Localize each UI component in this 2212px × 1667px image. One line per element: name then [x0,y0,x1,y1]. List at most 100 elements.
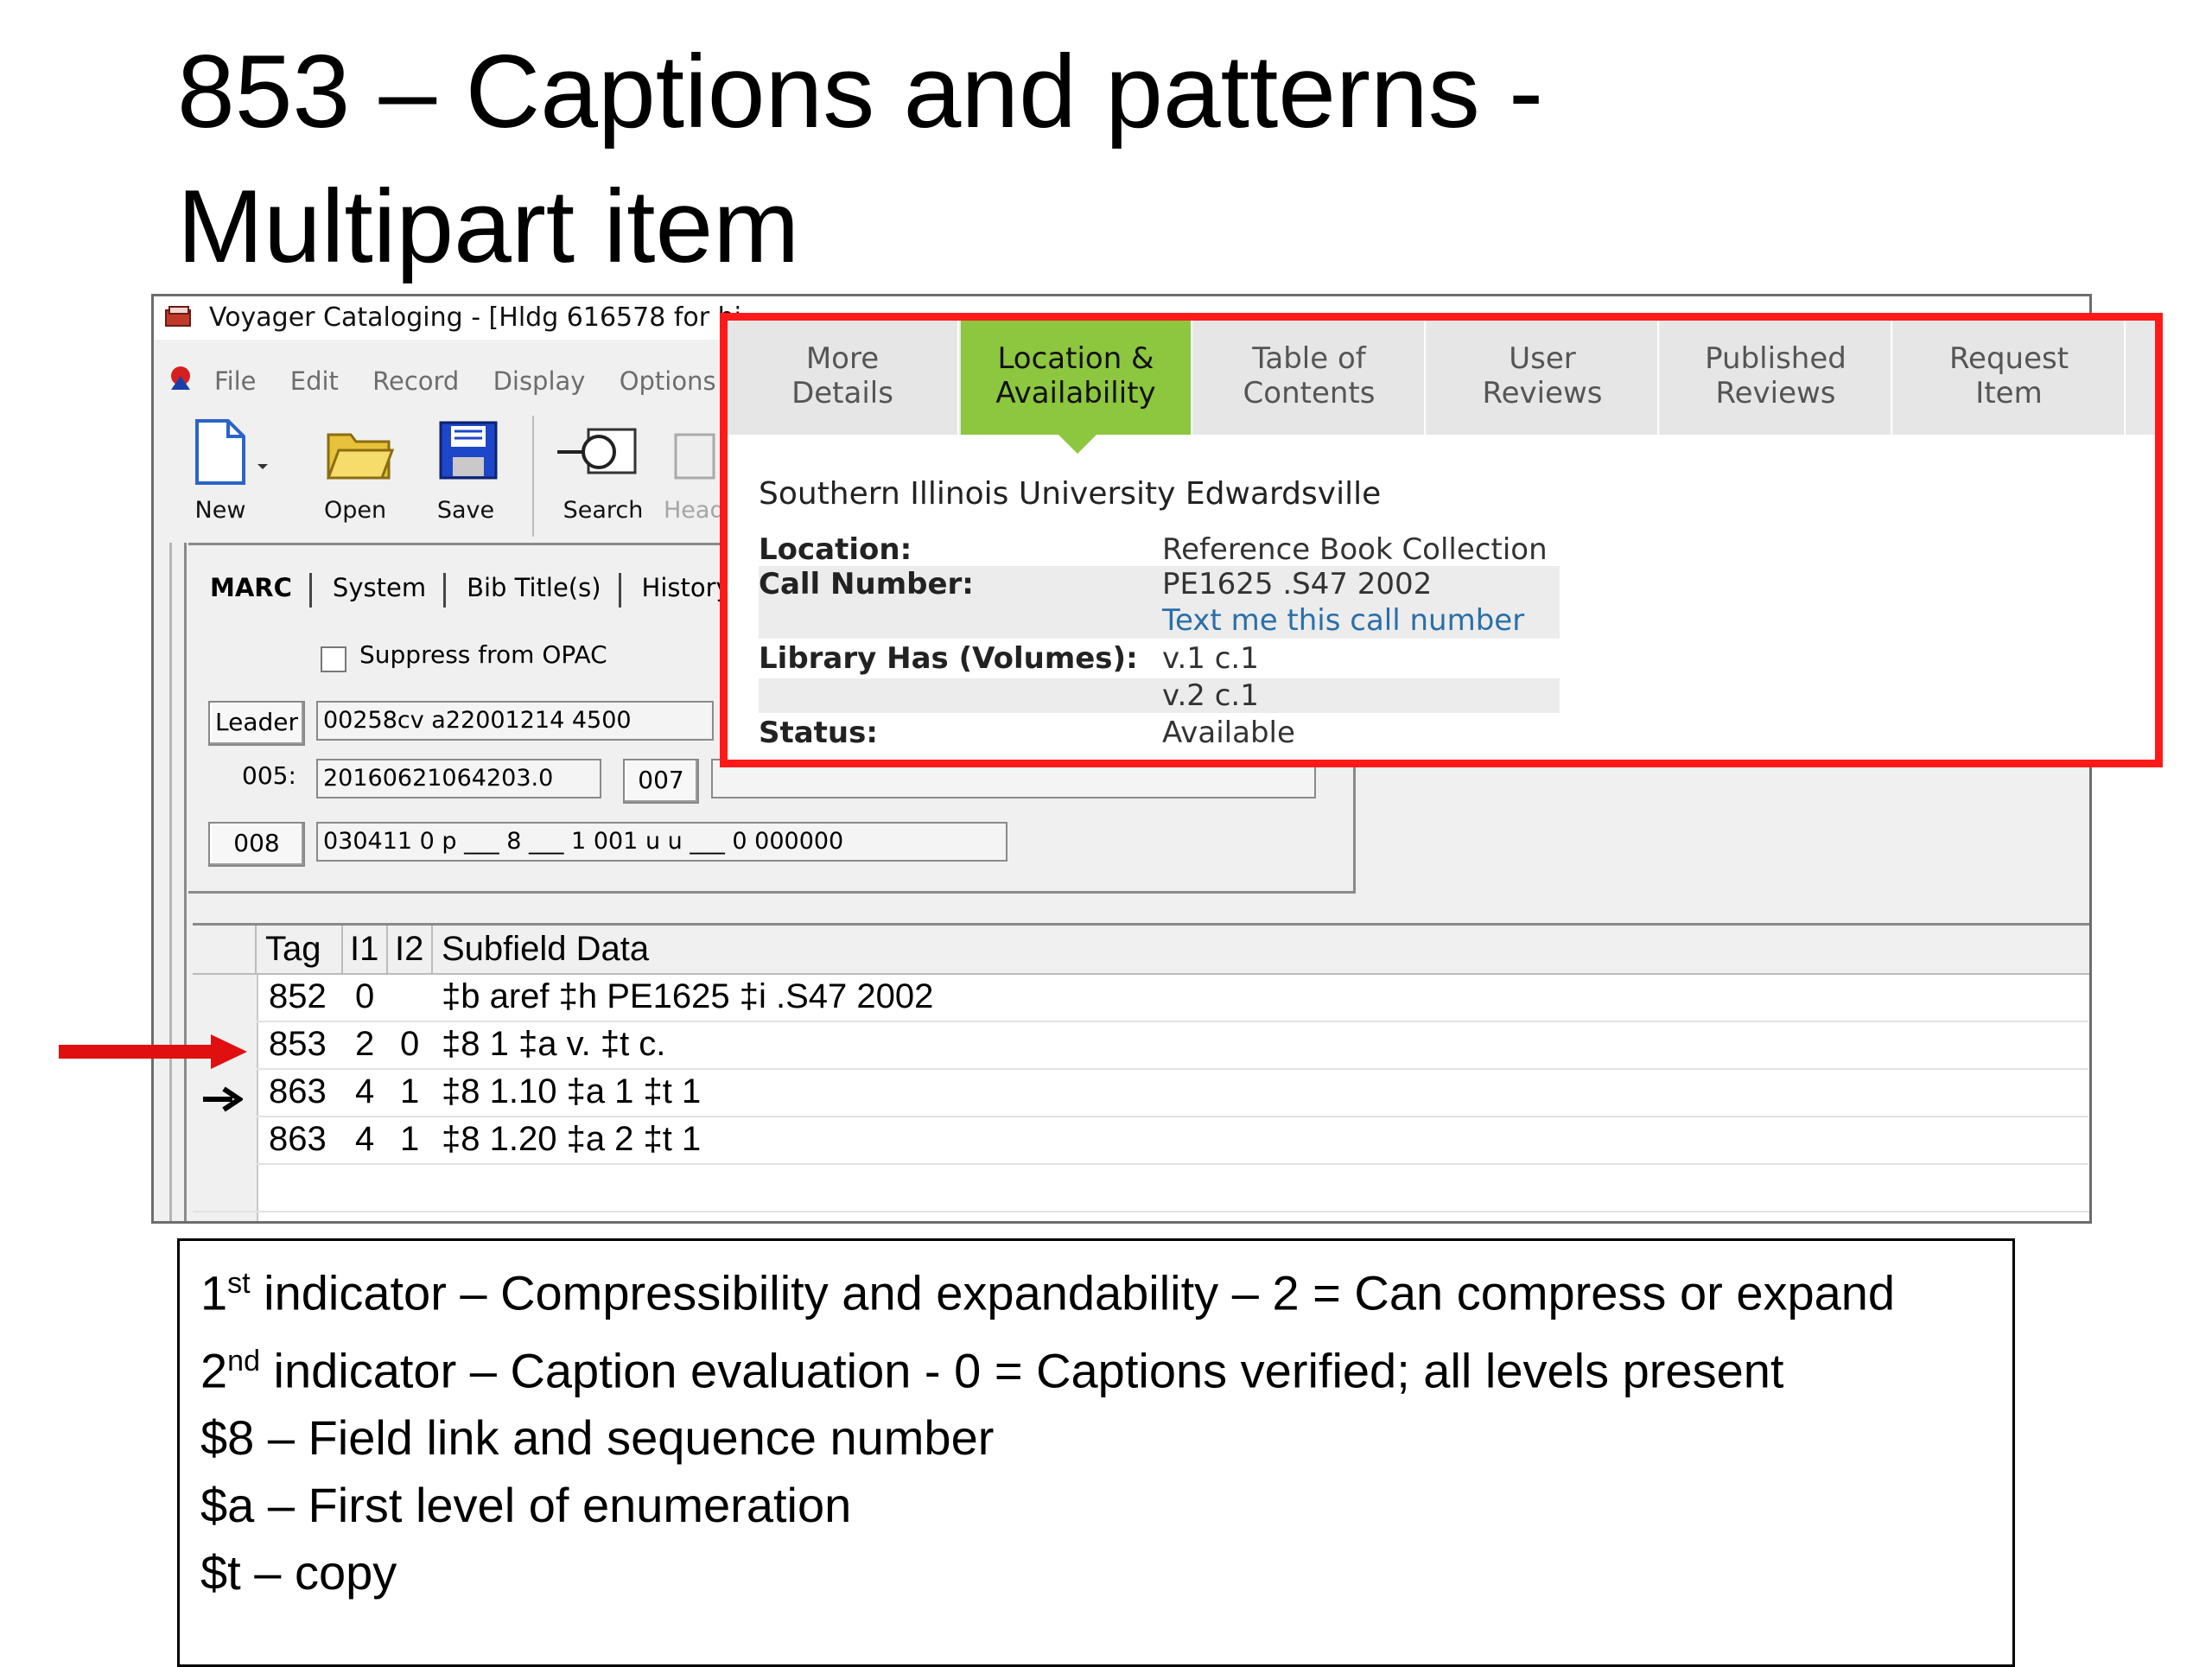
library-has-value-2: v.2 c.1 [1162,678,1259,713]
tab-location-line-2: Availability [995,376,1156,410]
field-005[interactable]: 20160621064203.0 [316,759,601,799]
cell-tag: 853 [269,1025,327,1063]
note-1-number: 1 [200,1265,228,1320]
new-button[interactable]: New [173,407,268,545]
open-button-label: Open [323,497,387,524]
tab-request-item[interactable]: Request Item [1894,321,2126,435]
menu-edit[interactable]: Edit [290,360,339,402]
table-row[interactable]: 852 0 ‡b aref ‡h PE1625 ‡i .S47 2002 [257,973,2088,1022]
tab-marc[interactable]: MARC [193,573,312,608]
floppy-save-icon [439,421,498,480]
text-me-link[interactable]: Text me this call number [1162,602,1524,639]
toolbar-separator [532,416,534,537]
volumes-shade [759,678,1560,713]
leader-button[interactable]: Leader [208,701,305,746]
new-document-icon [195,419,245,485]
col-i2[interactable]: I2 [388,926,433,973]
grid-header-corner [193,926,257,973]
opac-availability-popup: More Details Location & Availability Tab… [720,313,2163,767]
tab-bib-titles[interactable]: Bib Title(s) [449,573,621,608]
location-label: Location: [759,532,912,567]
note-line-1: 1st indicator – Compressibility and expa… [200,1250,1992,1327]
col-i1[interactable]: I1 [343,926,388,973]
table-row[interactable]: 863 4 1 ‡8 1.20 ‡a 2 ‡t 1 [257,1116,2088,1165]
status-value: Available [1162,716,1295,750]
note-2-text: indicator – Caption evaluation - 0 = Cap… [259,1343,1784,1398]
cell-data: ‡8 1.20 ‡a 2 ‡t 1 [442,1120,702,1158]
callout-arrow-icon [59,1034,247,1069]
button-007[interactable]: 007 [623,759,699,804]
note-1-ordinal: st [227,1267,251,1300]
col-tag[interactable]: Tag [257,926,343,973]
cell-i2: 0 [400,1025,420,1063]
active-tab-pointer [1058,435,1096,454]
cell-data: ‡b aref ‡h PE1625 ‡i .S47 2002 [442,977,934,1015]
record-tabs: MARC System Bib Title(s) History [193,573,754,616]
tab-user-reviews-line-1: User [1509,341,1576,376]
search-button[interactable]: Search [547,407,659,545]
tab-location-availability[interactable]: Location & Availability [961,321,1192,435]
cell-i1: 4 [355,1120,375,1158]
library-has-value-1: v.1 c.1 [1162,641,1259,676]
menu-options[interactable]: Options [620,360,716,402]
folder-open-icon [326,433,394,480]
tab-system[interactable]: System [315,573,447,608]
chevron-down-icon[interactable] [256,462,270,471]
cell-i1: 4 [355,1072,375,1110]
tab-location-line-1: Location & [997,341,1154,376]
location-value: Reference Book Collection [1162,532,1548,567]
cell-i1: 2 [355,1025,375,1063]
menu-file[interactable]: File [214,360,257,402]
window-title: Voyager Cataloging - [Hldg 616578 for bi [209,302,741,333]
label-005: 005: [242,761,296,790]
menu-record[interactable]: Record [372,360,459,402]
call-number-label: Call Number: [759,567,974,601]
new-button-label: New [194,497,246,524]
save-button-label: Save [436,497,495,524]
save-button[interactable]: Save [418,407,513,545]
col-subfield-data[interactable]: Subfield Data [433,926,2075,973]
menu-display[interactable]: Display [493,360,586,402]
open-button[interactable]: Open [308,407,403,545]
cell-tag: 863 [269,1120,327,1158]
cell-i2: 1 [400,1120,420,1158]
tab-user-reviews[interactable]: User Reviews [1427,321,1659,435]
notes-box: 1st indicator – Compressibility and expa… [177,1238,2015,1667]
cell-tag: 852 [269,977,327,1015]
note-2-ordinal: nd [227,1344,260,1378]
button-008[interactable]: 008 [208,822,305,867]
search-icon [557,428,637,474]
suppress-label: Suppress from OPAC [359,640,607,669]
tab-toc-line-2: Contents [1243,376,1376,410]
tab-more-details-line-1: More [805,341,880,376]
table-row[interactable]: 853 2 0 ‡8 1 ‡a v. ‡t c. [257,1021,2088,1070]
search-button-label: Search [563,497,644,524]
slide-title-line-2: Multipart item [177,169,800,284]
tab-table-of-contents[interactable]: Table of Contents [1194,321,1426,435]
cell-tag: 863 [269,1072,327,1110]
note-2-number: 2 [200,1343,228,1398]
suppress-checkbox[interactable] [321,646,346,672]
leader-field[interactable]: 00258cv a22001214 4500 [316,701,714,741]
cell-data: ‡8 1 ‡a v. ‡t c. [442,1025,666,1063]
cell-data: ‡8 1.10 ‡a 1 ‡t 1 [442,1072,702,1110]
headings-button[interactable]: Head [664,407,725,545]
panel-outer-border [169,543,172,1221]
tab-published-line-1: Published [1705,341,1847,376]
note-line-4: $a – First level of enumeration [200,1478,852,1533]
field-008[interactable]: 030411 0 p ___ 8 ___ 1 001 u u ___ 0 000… [316,822,1007,862]
note-line-2: 2nd indicator – Caption evaluation - 0 =… [200,1327,1992,1405]
call-number-value: PE1625 .S47 2002 [1162,567,1433,601]
tab-request-line-1: Request [1948,341,2069,376]
tab-published-reviews[interactable]: Published Reviews [1661,321,1892,435]
tab-toc-line-1: Table of [1252,341,1366,376]
marc-grid: Tag I1 I2 Subfield Data 852 0 ‡b aref ‡h… [193,923,2089,1221]
tab-more-details-line-2: Details [791,376,893,410]
cell-i1: 0 [355,977,375,1015]
tab-more-details[interactable]: More Details [728,321,959,435]
slide-title: 853 – Captions and patterns - Multipart … [177,24,1543,294]
empty-row[interactable] [193,1163,2089,1212]
table-row[interactable]: 863 4 1 ‡8 1.10 ‡a 1 ‡t 1 [257,1068,2088,1117]
library-has-label: Library Has (Volumes): [759,641,1138,676]
grid-header: Tag I1 I2 Subfield Data [193,926,2089,975]
